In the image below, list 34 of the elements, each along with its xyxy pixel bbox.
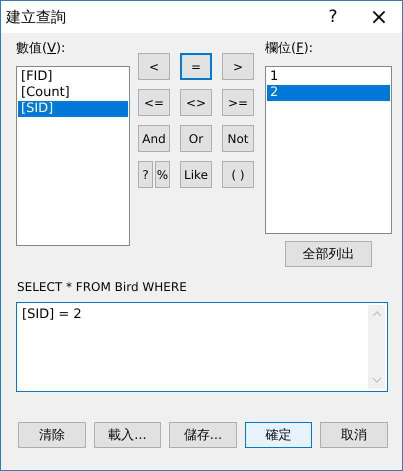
operator-button[interactable]: ? <box>138 161 153 188</box>
close-button[interactable]: × <box>356 1 402 33</box>
operator-button[interactable]: >= <box>222 89 254 116</box>
operator-button[interactable]: Like <box>180 161 212 188</box>
query-field[interactable]: [SID] = 2 <box>16 302 388 392</box>
list-item[interactable]: 2 <box>267 85 390 101</box>
values-label: 數值(V): <box>16 40 66 58</box>
operator-button[interactable]: And <box>138 125 170 152</box>
dialog-button[interactable]: 確定 <box>244 422 312 448</box>
list-item[interactable]: [FID] <box>18 69 128 85</box>
operator-button[interactable]: Or <box>180 125 212 152</box>
dialog-button[interactable]: 清除 <box>18 422 86 448</box>
operator-button[interactable]: = <box>180 53 212 80</box>
scroll-up-icon[interactable] <box>372 311 382 317</box>
dialog-button[interactable]: 儲存... <box>169 422 237 448</box>
query-prefix: SELECT * FROM Bird WHERE <box>17 280 188 296</box>
operator-button[interactable]: ( ) <box>222 161 254 188</box>
fields-label: 欄位(F): <box>265 40 314 58</box>
operator-button[interactable]: <= <box>138 89 170 116</box>
dialog-button[interactable]: 載入... <box>94 422 162 448</box>
operator-button[interactable]: % <box>155 161 170 188</box>
list-item[interactable]: [Count] <box>18 85 128 101</box>
help-button[interactable]: ? <box>310 1 356 33</box>
list-item[interactable]: 1 <box>267 69 390 85</box>
scroll-down-icon[interactable] <box>372 377 382 383</box>
window-title: 建立查詢 <box>6 8 67 26</box>
operator-button[interactable]: > <box>222 53 254 80</box>
list-all-button[interactable]: 全部列出 <box>285 241 372 267</box>
list-item[interactable]: [SID] <box>18 101 128 117</box>
operator-button[interactable]: Not <box>222 125 254 152</box>
operator-button[interactable]: <> <box>180 89 212 116</box>
scrollbar[interactable] <box>368 305 385 389</box>
operator-button[interactable]: < <box>138 53 170 80</box>
dialog-button[interactable]: 取消 <box>320 422 388 448</box>
